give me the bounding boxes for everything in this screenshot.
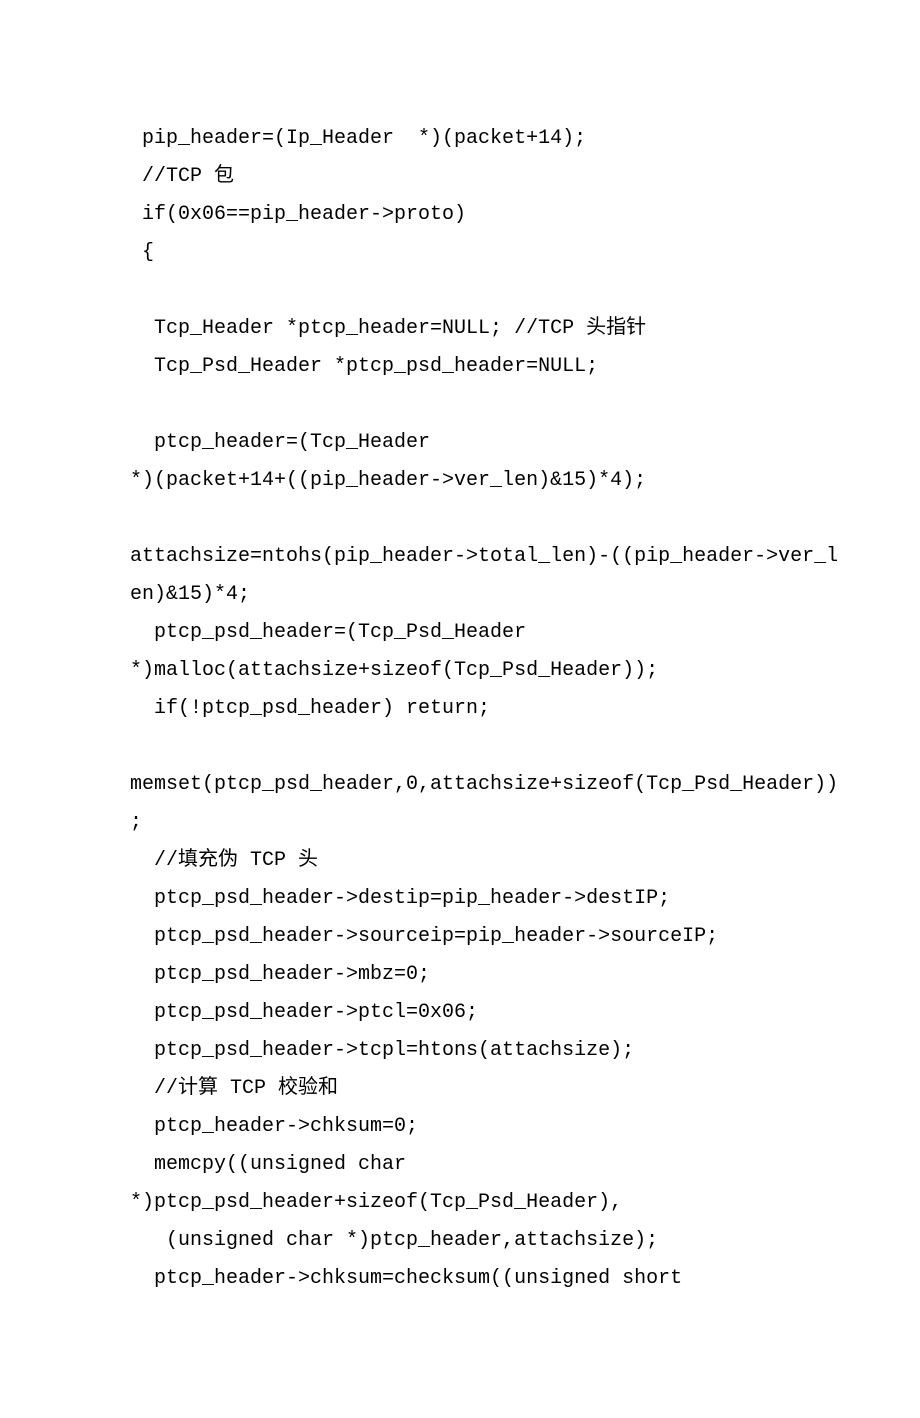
code-line: Tcp_Header *ptcp_header=NULL; //TCP 头指针 <box>130 310 790 348</box>
code-line: //计算 TCP 校验和 <box>130 1070 790 1108</box>
code-line <box>130 728 790 766</box>
code-line <box>130 272 790 310</box>
code-line: ptcp_header->chksum=0; <box>130 1108 790 1146</box>
code-line: ptcp_header->chksum=checksum((unsigned s… <box>130 1260 790 1298</box>
code-line: { <box>130 234 790 272</box>
code-line: pip_header=(Ip_Header *)(packet+14); <box>130 120 790 158</box>
code-line: ptcp_psd_header=(Tcp_Psd_Header <box>130 614 790 652</box>
code-line: memset(ptcp_psd_header,0,attachsize+size… <box>130 766 790 804</box>
code-line: ptcp_psd_header->tcpl=htons(attachsize); <box>130 1032 790 1070</box>
code-line: *)(packet+14+((pip_header->ver_len)&15)*… <box>130 462 790 500</box>
code-line: //填充伪 TCP 头 <box>130 842 790 880</box>
code-line: attachsize=ntohs(pip_header->total_len)-… <box>130 538 790 576</box>
code-line: memcpy((unsigned char <box>130 1146 790 1184</box>
code-line: if(0x06==pip_header->proto) <box>130 196 790 234</box>
code-line: (unsigned char *)ptcp_header,attachsize)… <box>130 1222 790 1260</box>
code-line: *)ptcp_psd_header+sizeof(Tcp_Psd_Header)… <box>130 1184 790 1222</box>
code-line <box>130 500 790 538</box>
code-line: Tcp_Psd_Header *ptcp_psd_header=NULL; <box>130 348 790 386</box>
code-line: ptcp_psd_header->destip=pip_header->dest… <box>130 880 790 918</box>
code-line: ptcp_header=(Tcp_Header <box>130 424 790 462</box>
code-line: *)malloc(attachsize+sizeof(Tcp_Psd_Heade… <box>130 652 790 690</box>
code-line: ptcp_psd_header->ptcl=0x06; <box>130 994 790 1032</box>
code-line: en)&15)*4; <box>130 576 790 614</box>
code-line <box>130 386 790 424</box>
code-line: ptcp_psd_header->mbz=0; <box>130 956 790 994</box>
code-block: pip_header=(Ip_Header *)(packet+14); //T… <box>130 120 790 1298</box>
code-line: ptcp_psd_header->sourceip=pip_header->so… <box>130 918 790 956</box>
code-line: ; <box>130 804 790 842</box>
code-line: if(!ptcp_psd_header) return; <box>130 690 790 728</box>
document-page: pip_header=(Ip_Header *)(packet+14); //T… <box>0 0 920 1418</box>
code-line: //TCP 包 <box>130 158 790 196</box>
